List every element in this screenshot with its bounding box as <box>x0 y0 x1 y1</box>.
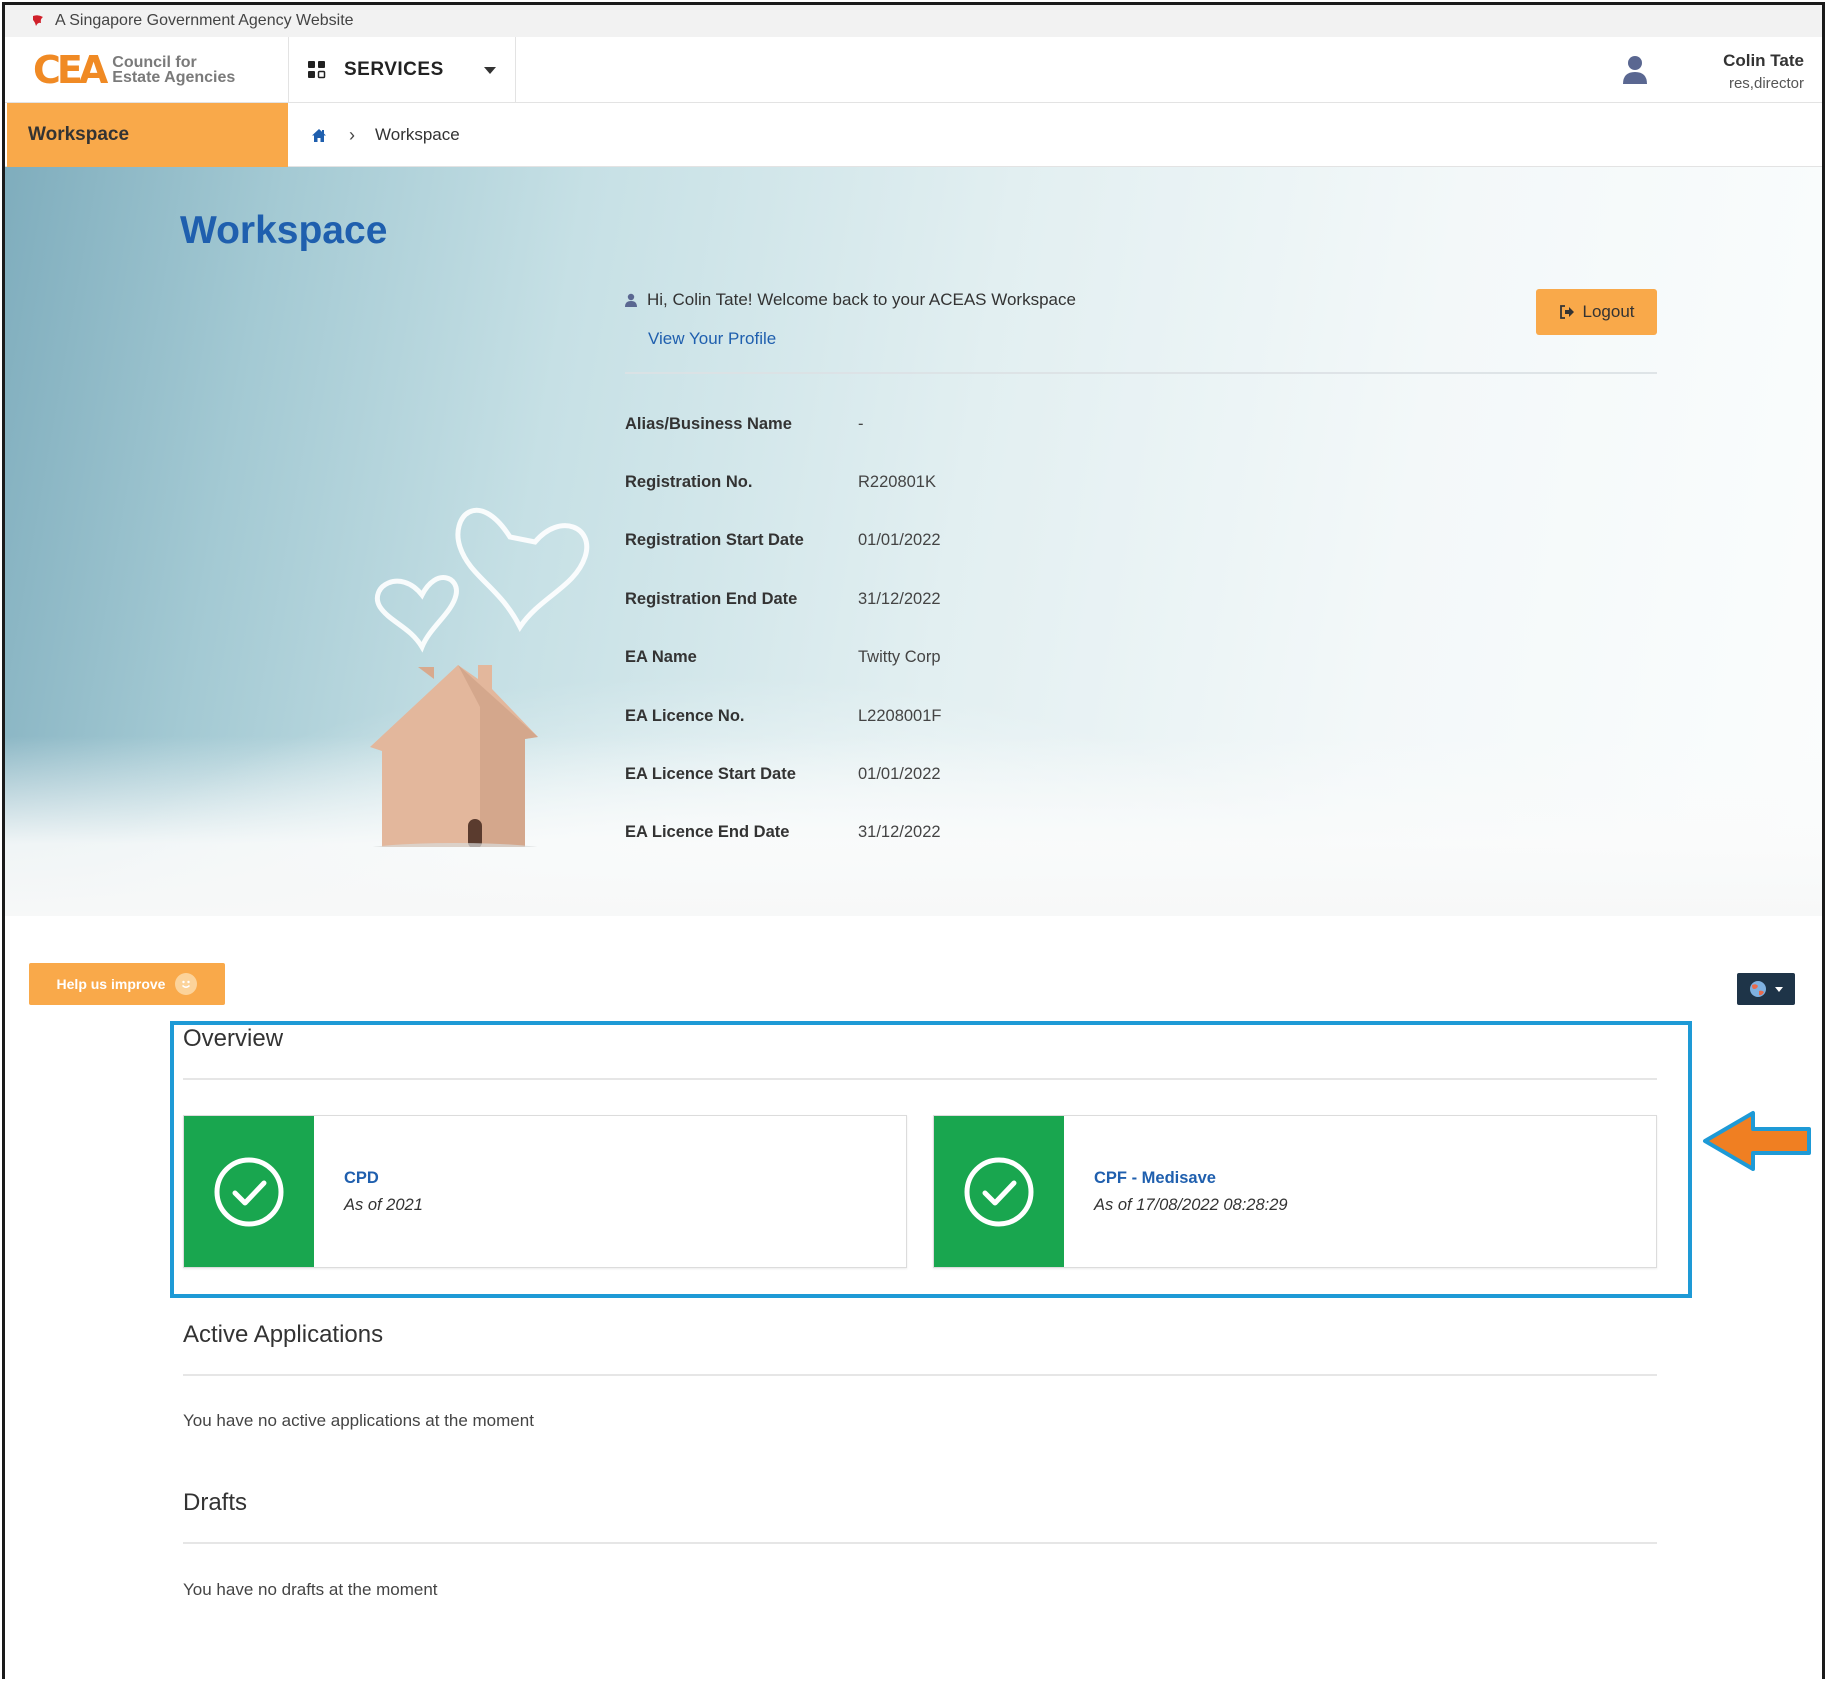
section-divider <box>183 1078 1657 1080</box>
drafts-empty: You have no drafts at the moment <box>183 1580 438 1599</box>
detail-value: 31/12/2022 <box>858 589 941 608</box>
section-divider <box>183 1374 1657 1376</box>
breadcrumb-current: Workspace <box>375 125 460 144</box>
detail-label: Alias/Business Name <box>625 414 792 433</box>
logout-icon <box>1559 305 1574 319</box>
detail-label: EA Licence End Date <box>625 823 790 842</box>
detail-label: Registration Start Date <box>625 531 804 550</box>
page-frame: A Singapore Government Agency Website CE… <box>2 2 1825 1679</box>
globe-icon <box>1750 981 1766 997</box>
user-role: res,director <box>1728 75 1804 92</box>
page-title: Workspace <box>180 209 388 252</box>
services-label: SERVICES <box>344 59 444 80</box>
detail-value: 01/01/2022 <box>858 531 941 550</box>
profile-details: Alias/Business Name - Registration No. R22… <box>625 395 942 862</box>
status-badge <box>184 1116 314 1267</box>
singapore-lion-icon <box>33 15 43 26</box>
active-applications-title: Active Applications <box>183 1321 384 1348</box>
house-with-hearts-illustration <box>370 507 590 847</box>
detail-value: R220801K <box>858 473 936 492</box>
subnav-bar: Workspace › Workspace <box>5 103 1822 167</box>
logout-button[interactable]: Logout <box>1536 289 1657 335</box>
overview-card-cpd[interactable]: CPD As of 2021 <box>183 1115 907 1268</box>
annotation-arrow-icon <box>1703 1111 1811 1171</box>
logo-line-2: Estate Agencies <box>112 69 236 86</box>
header-divider <box>515 37 516 103</box>
card-subtitle: As of 2021 <box>344 1195 423 1214</box>
user-name: Colin Tate <box>1723 51 1804 70</box>
overview-card-cpf-medisave[interactable]: CPF - Medisave As of 17/08/2022 08:28:29 <box>933 1115 1657 1268</box>
active-applications-empty: You have no active applications at the m… <box>183 1411 534 1430</box>
logout-label: Logout <box>1582 302 1635 321</box>
detail-row: Alias/Business Name - <box>625 395 942 453</box>
grid-icon <box>308 61 326 79</box>
card-subtitle: As of 17/08/2022 08:28:29 <box>1094 1195 1288 1214</box>
header-divider <box>288 37 289 103</box>
detail-label: EA Name <box>625 648 697 667</box>
chevron-down-icon <box>484 67 496 74</box>
help-label: Help us improve <box>56 976 166 992</box>
chevron-down-icon <box>1775 986 1783 992</box>
logo-text: Council for Estate Agencies <box>112 55 236 86</box>
view-profile-link[interactable]: View Your Profile <box>648 329 776 349</box>
user-info[interactable]: Colin Tate res,director <box>1723 51 1804 92</box>
cea-logo[interactable]: CEA Council for Estate Agencies <box>33 47 235 93</box>
site-header: CEA Council for Estate Agencies SERVICES… <box>5 37 1822 103</box>
detail-row: Registration End Date 31/12/2022 <box>625 570 942 628</box>
detail-row: EA Licence End Date 31/12/2022 <box>625 804 942 862</box>
smiley-icon <box>175 973 198 995</box>
drafts-title: Drafts <box>183 1489 248 1516</box>
status-badge <box>934 1116 1064 1267</box>
home-icon[interactable] <box>311 128 327 143</box>
detail-row: EA Licence Start Date 01/01/2022 <box>625 745 942 803</box>
detail-row: Registration No. R220801K <box>625 453 942 511</box>
detail-value: - <box>858 414 864 433</box>
detail-value: 31/12/2022 <box>858 823 941 842</box>
overview-title: Overview <box>183 1025 284 1052</box>
logo-mark: CEA <box>33 48 108 92</box>
section-divider <box>183 1542 1657 1544</box>
detail-value: Twitty Corp <box>858 648 941 667</box>
welcome-message: Hi, Colin Tate! Welcome back to your ACE… <box>625 290 1076 310</box>
breadcrumb: › Workspace <box>311 103 460 167</box>
services-menu-button[interactable]: SERVICES <box>308 37 496 103</box>
card-text: CPF - Medisave As of 17/08/2022 08:28:29 <box>1064 1116 1288 1267</box>
hero-banner: Workspace Hi, Colin Tate! Welcome back t… <box>5 167 1822 916</box>
hero-divider <box>625 372 1657 374</box>
check-circle-icon <box>214 1157 284 1226</box>
detail-value: 01/01/2022 <box>858 765 941 784</box>
detail-label: Registration End Date <box>625 589 798 608</box>
detail-row: EA Name Twitty Corp <box>625 629 942 687</box>
detail-label: EA Licence Start Date <box>625 765 796 784</box>
card-title[interactable]: CPF - Medisave <box>1094 1169 1288 1188</box>
workspace-tab[interactable]: Workspace <box>7 103 288 167</box>
breadcrumb-separator-icon: › <box>349 124 355 145</box>
welcome-text: Hi, Colin Tate! Welcome back to your ACE… <box>647 290 1076 309</box>
user-icon[interactable] <box>1622 55 1648 85</box>
detail-label: Registration No. <box>625 473 753 492</box>
card-text: CPD As of 2021 <box>314 1116 423 1267</box>
logo-mark-text: CEA <box>33 48 108 92</box>
language-selector[interactable] <box>1737 973 1795 1005</box>
detail-value: L2208001F <box>858 706 942 725</box>
gov-masthead: A Singapore Government Agency Website <box>5 5 1822 37</box>
user-icon <box>625 293 637 307</box>
detail-label: EA Licence No. <box>625 706 745 725</box>
check-circle-icon <box>964 1157 1034 1226</box>
card-title[interactable]: CPD <box>344 1169 423 1188</box>
detail-row: Registration Start Date 01/01/2022 <box>625 512 942 570</box>
gov-masthead-text: A Singapore Government Agency Website <box>55 12 354 29</box>
detail-row: EA Licence No. L2208001F <box>625 687 942 745</box>
help-us-improve-button[interactable]: Help us improve <box>29 963 225 1005</box>
